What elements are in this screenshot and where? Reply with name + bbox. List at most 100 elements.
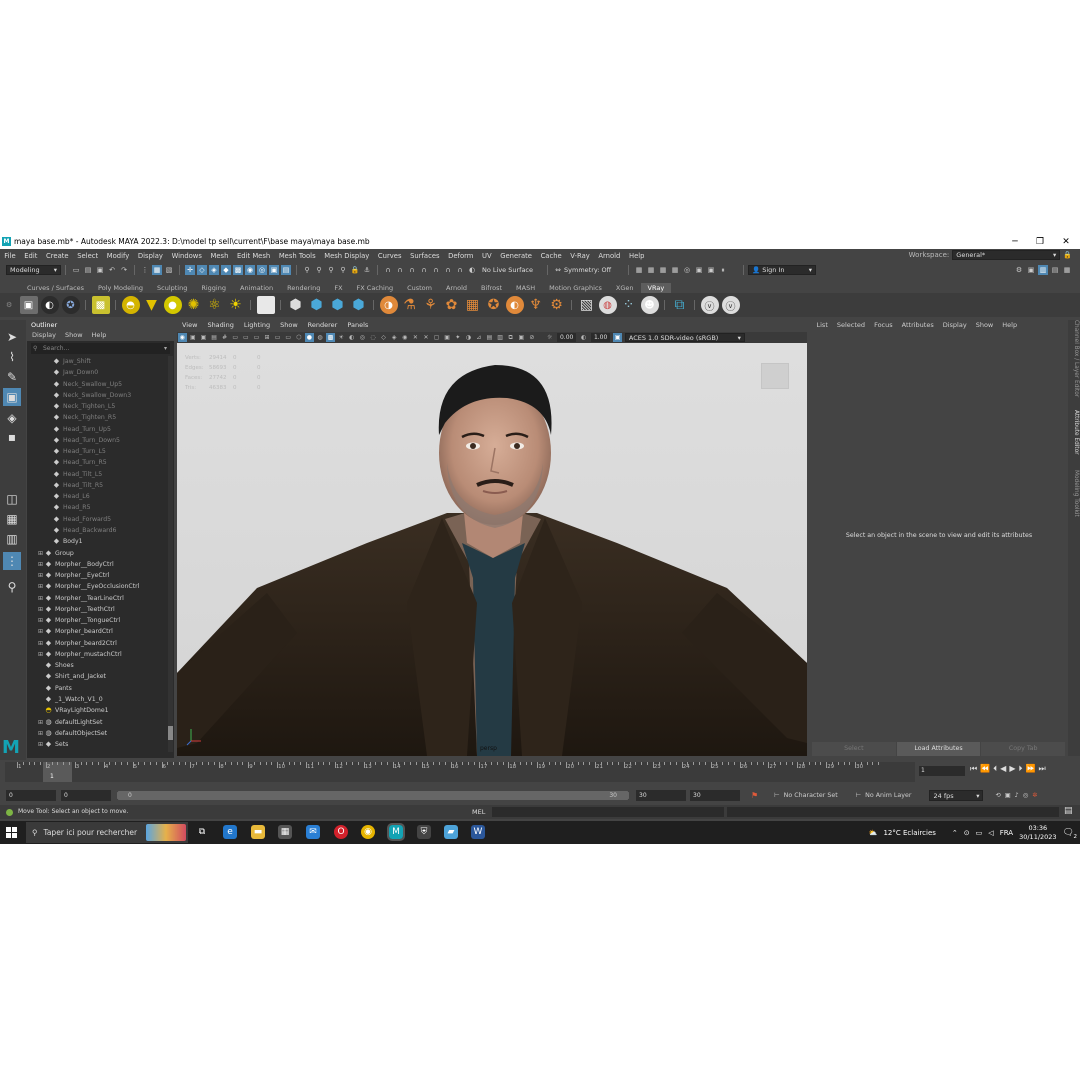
motion-blur-icon[interactable]: ◌ — [368, 333, 377, 342]
exposure-field[interactable]: 0.00 — [556, 333, 577, 342]
pause-icon[interactable]: ⏸ — [718, 265, 728, 275]
meet-now-icon[interactable]: ⊙ — [964, 829, 970, 837]
outliner-item[interactable]: ⊞ ◆ Morpher__EyeCtrl — [27, 570, 174, 581]
vray-render-shelf-icon[interactable]: ▣ — [19, 296, 38, 314]
snap-curve-tool-icon[interactable]: ∩ — [395, 265, 405, 275]
snap-plane-icon[interactable]: ∩ — [419, 265, 429, 275]
exposure-icon-2[interactable]: ☼ — [545, 333, 554, 342]
snap-pivot-icon[interactable]: ∩ — [431, 265, 441, 275]
lock-icon[interactable]: 🔒 — [1063, 251, 1072, 259]
gamma-icon[interactable]: ⊿ — [474, 333, 483, 342]
shelf-tab-rigging[interactable]: Rigging — [194, 283, 233, 293]
film-gate-icon[interactable]: ▭ — [231, 333, 240, 342]
magnet-icon[interactable]: ∩ — [383, 265, 393, 275]
current-frame-field[interactable]: 1 — [919, 766, 965, 776]
snap-view-icon[interactable]: ◆ — [221, 265, 231, 275]
store-icon[interactable]: ▦ — [278, 825, 292, 839]
shadows-icon[interactable]: ◐ — [347, 333, 356, 342]
prefs-icon[interactable]: ✲ — [1032, 792, 1037, 799]
viewport-menu-renderer[interactable]: Renderer — [303, 320, 343, 331]
command-line-input[interactable] — [492, 807, 724, 817]
menu-generate[interactable]: Generate — [496, 252, 536, 260]
restore-icon[interactable]: ❐ — [1027, 234, 1053, 249]
menu-windows[interactable]: Windows — [167, 252, 206, 260]
menu-edit-mesh[interactable]: Edit Mesh — [233, 252, 275, 260]
outliner-item[interactable]: ⊞ ◆ Morpher_mustachCtrl — [27, 649, 174, 660]
outliner-item[interactable]: ⊞ ◆ Morpher__EyeOcclusionCtrl — [27, 581, 174, 592]
shelf-tab-curves-surfaces[interactable]: Curves / Surfaces — [20, 283, 91, 293]
end-time-field[interactable]: 30 — [636, 790, 686, 801]
vray-material-library-icon[interactable]: ☻ — [640, 296, 659, 314]
xray-icon[interactable]: ◉ — [400, 333, 409, 342]
expand-icon[interactable]: ⊞ — [37, 559, 44, 570]
menu-uv[interactable]: UV — [478, 252, 496, 260]
snap-point-tool-icon[interactable]: ∩ — [407, 265, 417, 275]
vray-chaos-icon[interactable]: ⧉ — [671, 296, 689, 314]
expand-icon[interactable]: ⊞ — [37, 604, 44, 615]
outliner-menu-show[interactable]: Show — [65, 330, 83, 341]
step-forward-frame-icon[interactable]: ⏵ — [1018, 764, 1022, 774]
view-transform-dropdown[interactable]: ACES 1.0 SDR-video (sRGB) ▾ — [624, 333, 745, 342]
shelf-tab-animation[interactable]: Animation — [233, 283, 280, 293]
live-surface-label[interactable]: No Live Surface — [482, 266, 533, 274]
attr-menu-focus[interactable]: Focus — [870, 320, 898, 331]
lasso-tool-icon[interactable]: ⌇ — [3, 348, 21, 366]
expand-icon[interactable]: ⊞ — [37, 570, 44, 581]
safe-title-icon[interactable]: ▭ — [284, 333, 293, 342]
grid-icon[interactable]: # — [220, 333, 229, 342]
menu-v-ray[interactable]: V-Ray — [566, 252, 594, 260]
snap-vertex-icon[interactable]: ◎ — [257, 265, 267, 275]
light-icon[interactable]: ✦ — [453, 333, 462, 342]
shelf-tab-vray[interactable]: VRay — [640, 283, 672, 293]
outliner-item[interactable]: ◆ Head_Turn_Down5 — [27, 435, 174, 446]
snap-grid-icon[interactable]: ✛ — [185, 265, 195, 275]
shelf-tab-custom[interactable]: Custom — [400, 283, 439, 293]
outliner-scrollbar[interactable] — [168, 356, 173, 752]
vray-car-paint-icon[interactable]: ◐ — [505, 296, 524, 314]
clock[interactable]: 03:36 30/11/2023 — [1019, 824, 1056, 842]
scrollbar-thumb[interactable] — [168, 726, 173, 740]
field-chart-icon[interactable]: ⊞ — [263, 333, 272, 342]
outliner-item[interactable]: ◆ Head_Tilt_L5 — [27, 469, 174, 480]
file-explorer-icon[interactable]: ▬ — [251, 825, 265, 839]
vray-color-icon[interactable]: ◍ — [598, 296, 617, 314]
shelf-tab-sculpting[interactable]: Sculpting — [150, 283, 194, 293]
menu-cache[interactable]: Cache — [536, 252, 566, 260]
outliner-item[interactable]: ◆ Jaw_Shift — [27, 356, 174, 367]
outliner-tab[interactable]: Outliner — [27, 320, 174, 330]
outliner-item[interactable]: ⊞ ◆ Morpher_beardCtrl — [27, 626, 174, 637]
audio-icon[interactable]: ♪ — [1015, 792, 1019, 799]
vray-about-icon[interactable]: ⓥ — [721, 296, 740, 314]
outliner-item[interactable]: ◓ VRayLightDome1 — [27, 705, 174, 716]
outliner-item[interactable]: ◆ Neck_Tighten_L5 — [27, 401, 174, 412]
go-to-start-icon[interactable]: ⏮ — [970, 764, 977, 774]
backface-icon[interactable]: ▢ — [432, 333, 441, 342]
layout-tool-icon[interactable]: ▤ — [1050, 265, 1060, 275]
vray-2sided-icon[interactable]: ✿ — [443, 296, 461, 314]
outliner-item[interactable]: ◆ Jaw_Down0 — [27, 367, 174, 378]
arnold-render-icon[interactable]: ▣ — [706, 265, 716, 275]
outliner-item[interactable]: ◆ Head_Forward5 — [27, 514, 174, 525]
menu-arnold[interactable]: Arnold — [594, 252, 625, 260]
character-set-icon[interactable]: ⊢ — [774, 792, 780, 799]
vray-light-mtl-icon[interactable]: ⚘ — [422, 296, 440, 314]
menu-set-dropdown[interactable]: Modeling ▾ — [6, 265, 61, 275]
expand-icon[interactable]: ⊞ — [37, 739, 44, 750]
anti-alias-icon[interactable]: ◇ — [379, 333, 388, 342]
snap-face-icon[interactable]: ▤ — [281, 265, 291, 275]
shelf-tab-arnold[interactable]: Arnold — [439, 283, 474, 293]
menu-mesh-tools[interactable]: Mesh Tools — [275, 252, 320, 260]
snap-live-icon[interactable]: ◉ — [245, 265, 255, 275]
persp-outliner-icon[interactable]: ▥ — [3, 530, 21, 548]
shelf-tab-bifrost[interactable]: Bifrost — [474, 283, 509, 293]
history-icon[interactable]: ⚲ — [302, 265, 312, 275]
exposure-icon[interactable]: ◑ — [464, 333, 473, 342]
vray-rect-light-icon[interactable]: ▼ — [143, 296, 161, 314]
expand-icon[interactable]: ⊞ — [37, 548, 44, 559]
viewport-menu-shading[interactable]: Shading — [202, 320, 238, 331]
rotate-tool-icon[interactable]: ◈ — [3, 409, 21, 427]
chevron-up-icon[interactable]: ⌃ — [952, 829, 958, 837]
range-slider-thumb[interactable] — [117, 791, 629, 800]
outliner-item[interactable]: ⊞ ◆ Sets — [27, 739, 174, 750]
viewport-renderer-icon[interactable]: ▥ — [496, 333, 505, 342]
